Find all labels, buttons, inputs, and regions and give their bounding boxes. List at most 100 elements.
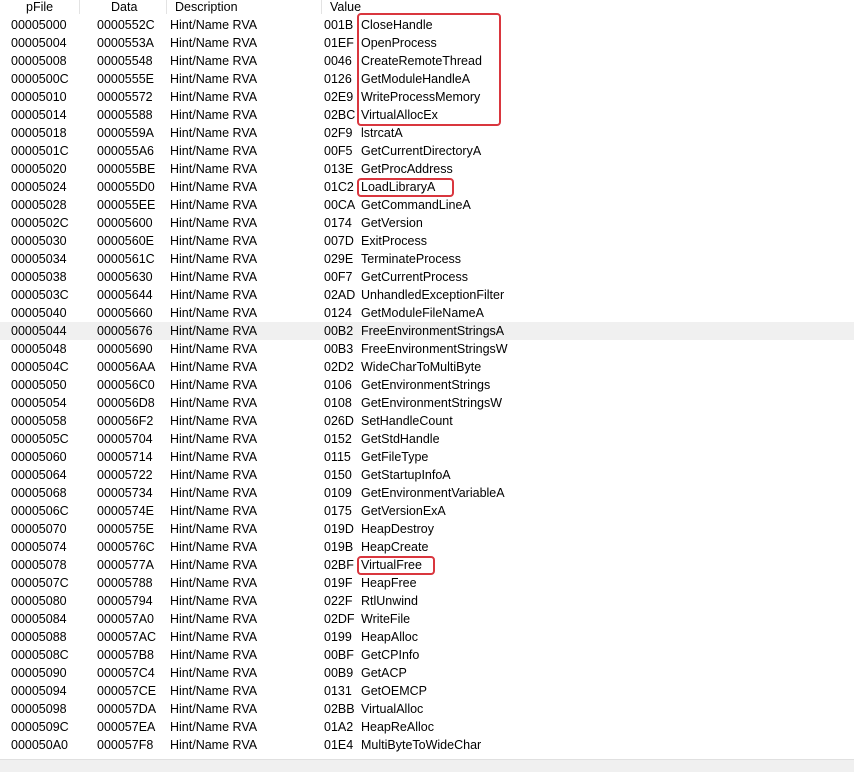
table-row[interactable]: 00005030 0000560E Hint/Name RVA 007D ExitPro…: [0, 232, 854, 250]
table-row[interactable]: 00005028 000055EE Hint/Name RVA 00CA GetComm…: [0, 196, 854, 214]
horizontal-scrollbar[interactable]: [0, 759, 854, 772]
hint-cell: 026D: [324, 414, 354, 428]
table-row[interactable]: 0000501C 000055A6 Hint/Name RVA 00F5 GetCurr…: [0, 142, 854, 160]
table-row[interactable]: 00005044 00005676 Hint/Name RVA 00B2 FreeEnv…: [0, 322, 854, 340]
pfile-cell: 00005068: [11, 486, 67, 500]
hint-cell: 02BB: [324, 702, 355, 716]
table-row[interactable]: 0000507C 00005788 Hint/Name RVA 019F HeapFre…: [0, 574, 854, 592]
data-cell: 0000561C: [97, 252, 155, 266]
column-header-data[interactable]: Data: [111, 0, 137, 14]
table-row[interactable]: 00005000 0000552C Hint/Name RVA 001B CloseHa…: [0, 16, 854, 34]
pfile-cell: 00005084: [11, 612, 67, 626]
function-name-cell: HeapDestroy: [361, 522, 434, 536]
description-cell: Hint/Name RVA: [170, 270, 258, 284]
column-header-pfile[interactable]: pFile: [26, 0, 53, 14]
table-row[interactable]: 0000509C 000057EA Hint/Name RVA 01A2 HeapReA…: [0, 718, 854, 736]
function-name-cell: MultiByteToWideChar: [361, 738, 482, 752]
column-divider[interactable]: [321, 0, 322, 14]
table-row[interactable]: 000050A0 000057F8 Hint/Name RVA 01E4 MultiBy…: [0, 736, 854, 754]
function-name-cell: LoadLibraryA: [361, 180, 436, 194]
pfile-cell: 00005000: [11, 18, 67, 32]
table-row[interactable]: 00005094 000057CE Hint/Name RVA 0131 GetOEMC…: [0, 682, 854, 700]
table-row[interactable]: 00005054 000056D8 Hint/Name RVA 0108 GetEnvi…: [0, 394, 854, 412]
table-row[interactable]: 00005090 000057C4 Hint/Name RVA 00B9 GetACP: [0, 664, 854, 682]
column-divider[interactable]: [79, 0, 80, 14]
description-cell: Hint/Name RVA: [170, 18, 258, 32]
data-cell: 0000574E: [97, 504, 155, 518]
hint-cell: 029E: [324, 252, 354, 266]
data-cell: 000056C0: [97, 378, 155, 392]
table-row[interactable]: 0000500C 0000555E Hint/Name RVA 0126 GetModu…: [0, 70, 854, 88]
description-cell: Hint/Name RVA: [170, 252, 258, 266]
table-row[interactable]: 00005058 000056F2 Hint/Name RVA 026D SetHand…: [0, 412, 854, 430]
description-cell: Hint/Name RVA: [170, 486, 258, 500]
description-cell: Hint/Name RVA: [170, 342, 258, 356]
description-cell: Hint/Name RVA: [170, 216, 258, 230]
table-row[interactable]: 0000504C 000056AA Hint/Name RVA 02D2 WideCha…: [0, 358, 854, 376]
data-cell: 0000555E: [97, 72, 155, 86]
table-row[interactable]: 00005060 00005714 Hint/Name RVA 0115 GetFile…: [0, 448, 854, 466]
pfile-cell: 00005090: [11, 666, 67, 680]
description-cell: Hint/Name RVA: [170, 684, 258, 698]
description-cell: Hint/Name RVA: [170, 666, 258, 680]
table-row[interactable]: 00005070 0000575E Hint/Name RVA 019D HeapDes…: [0, 520, 854, 538]
hint-cell: 0046: [324, 54, 352, 68]
table-row[interactable]: 0000506C 0000574E Hint/Name RVA 0175 GetVers…: [0, 502, 854, 520]
hint-cell: 0174: [324, 216, 352, 230]
table-row[interactable]: 00005034 0000561C Hint/Name RVA 029E Termina…: [0, 250, 854, 268]
table-row[interactable]: 00005004 0000553A Hint/Name RVA 01EF OpenPro…: [0, 34, 854, 52]
column-header-value[interactable]: Value: [330, 0, 361, 14]
description-cell: Hint/Name RVA: [170, 738, 258, 752]
function-name-cell: RtlUnwind: [361, 594, 418, 608]
table-row[interactable]: 00005068 00005734 Hint/Name RVA 0109 GetEnvi…: [0, 484, 854, 502]
function-name-cell: HeapAlloc: [361, 630, 418, 644]
pfile-cell: 00005044: [11, 324, 67, 338]
function-name-cell: GetVersionExA: [361, 504, 446, 518]
table-row[interactable]: 00005074 0000576C Hint/Name RVA 019B HeapCre…: [0, 538, 854, 556]
table-row[interactable]: 00005080 00005794 Hint/Name RVA 022F RtlUnwi…: [0, 592, 854, 610]
table-row[interactable]: 00005018 0000559A Hint/Name RVA 02F9 lstrcat…: [0, 124, 854, 142]
data-cell: 000056D8: [97, 396, 155, 410]
pfile-cell: 00005020: [11, 162, 67, 176]
function-name-cell: VirtualFree: [361, 558, 422, 572]
description-cell: Hint/Name RVA: [170, 72, 258, 86]
table-row[interactable]: 00005038 00005630 Hint/Name RVA 00F7 GetCurr…: [0, 268, 854, 286]
table-row[interactable]: 0000503C 00005644 Hint/Name RVA 02AD Unhandl…: [0, 286, 854, 304]
table-row[interactable]: 00005020 000055BE Hint/Name RVA 013E GetProc…: [0, 160, 854, 178]
table-row[interactable]: 0000508C 000057B8 Hint/Name RVA 00BF GetCPIn…: [0, 646, 854, 664]
function-name-cell: GetCurrentProcess: [361, 270, 468, 284]
data-cell: 0000559A: [97, 126, 155, 140]
data-cell: 00005630: [97, 270, 153, 284]
hint-cell: 02BF: [324, 558, 354, 572]
description-cell: Hint/Name RVA: [170, 702, 258, 716]
table-row[interactable]: 00005088 000057AC Hint/Name RVA 0199 HeapAll…: [0, 628, 854, 646]
data-cell: 000057C4: [97, 666, 155, 680]
function-name-cell: ExitProcess: [361, 234, 427, 248]
column-divider[interactable]: [166, 0, 167, 14]
table-row[interactable]: 00005098 000057DA Hint/Name RVA 02BB Virtual…: [0, 700, 854, 718]
table-row[interactable]: 00005014 00005588 Hint/Name RVA 02BC Virtual…: [0, 106, 854, 124]
column-header-description[interactable]: Description: [175, 0, 238, 14]
description-cell: Hint/Name RVA: [170, 540, 258, 554]
table-row[interactable]: 00005084 000057A0 Hint/Name RVA 02DF WriteFi…: [0, 610, 854, 628]
table-row[interactable]: 00005010 00005572 Hint/Name RVA 02E9 WritePr…: [0, 88, 854, 106]
data-cell: 0000577A: [97, 558, 155, 572]
table-row[interactable]: 0000505C 00005704 Hint/Name RVA 0152 GetStdH…: [0, 430, 854, 448]
description-cell: Hint/Name RVA: [170, 234, 258, 248]
table-row[interactable]: 00005008 00005548 Hint/Name RVA 0046 CreateR…: [0, 52, 854, 70]
table-row[interactable]: 00005050 000056C0 Hint/Name RVA 0106 GetEnvi…: [0, 376, 854, 394]
table-row[interactable]: 00005048 00005690 Hint/Name RVA 00B3 FreeEnv…: [0, 340, 854, 358]
function-name-cell: FreeEnvironmentStringsW: [361, 342, 508, 356]
function-name-cell: GetModuleFileNameA: [361, 306, 484, 320]
hint-cell: 0152: [324, 432, 352, 446]
function-name-cell: GetProcAddress: [361, 162, 453, 176]
data-cell: 000057AC: [97, 630, 157, 644]
description-cell: Hint/Name RVA: [170, 576, 258, 590]
table-row[interactable]: 0000502C 00005600 Hint/Name RVA 0174 GetVers…: [0, 214, 854, 232]
table-row[interactable]: 00005078 0000577A Hint/Name RVA 02BF Virtual…: [0, 556, 854, 574]
table-row[interactable]: 00005024 000055D0 Hint/Name RVA 01C2 LoadLib…: [0, 178, 854, 196]
hint-cell: 01C2: [324, 180, 354, 194]
table-row[interactable]: 00005040 00005660 Hint/Name RVA 0124 GetModu…: [0, 304, 854, 322]
function-name-cell: GetVersion: [361, 216, 423, 230]
table-row[interactable]: 00005064 00005722 Hint/Name RVA 0150 GetStar…: [0, 466, 854, 484]
